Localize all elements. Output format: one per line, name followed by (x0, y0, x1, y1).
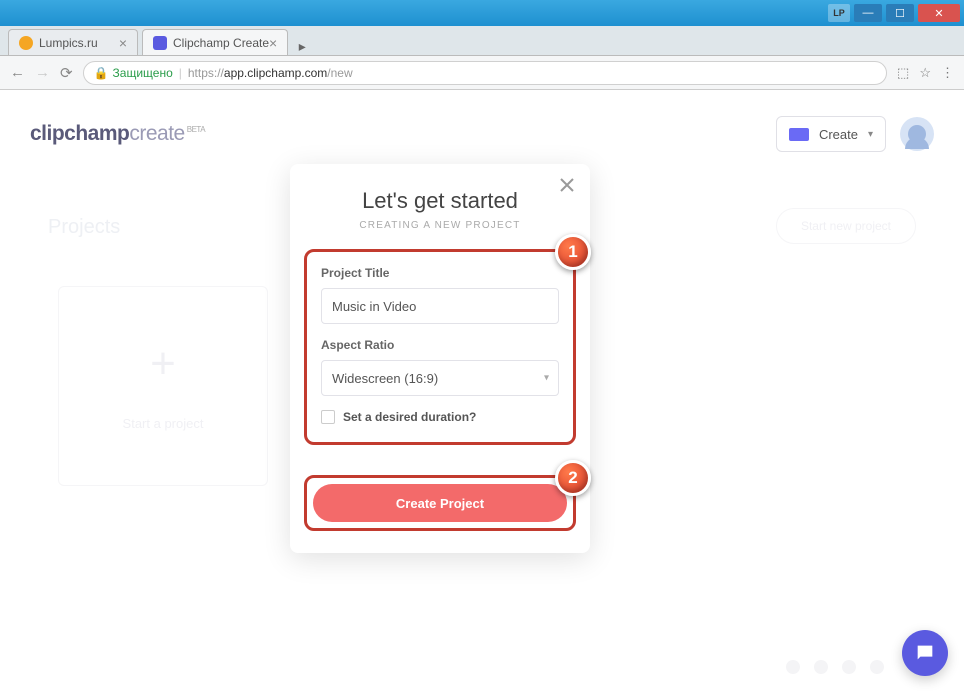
secure-label: Защищено (113, 66, 173, 80)
aspect-ratio-select[interactable] (321, 360, 559, 396)
app-logo: clipchampcreateBETA (30, 122, 205, 146)
create-label: Create (819, 127, 858, 142)
step-marker-1: 1 (555, 234, 591, 270)
chevron-down-icon: ▾ (868, 129, 873, 140)
logo-part-b: create (129, 122, 184, 145)
start-new-project-button-bg: Start new project (776, 208, 916, 244)
aspect-ratio-label: Aspect Ratio (321, 338, 559, 352)
forward-button[interactable]: → (35, 64, 50, 81)
back-button[interactable]: ← (10, 64, 25, 81)
create-project-button[interactable]: Create Project (313, 484, 567, 522)
app-header: clipchampcreateBETA Create ▾ (30, 116, 934, 152)
browser-tab-clipchamp[interactable]: Clipchamp Create × (142, 29, 288, 55)
footer-social-icons (786, 660, 884, 674)
highlight-box-2: 2 Create Project (304, 475, 576, 531)
window-maximize-button[interactable]: ☐ (886, 4, 914, 22)
duration-checkbox[interactable] (321, 410, 335, 424)
secure-indicator: 🔒 Защищено (94, 66, 173, 80)
tab-title: Lumpics.ru (39, 36, 98, 50)
logo-part-a: clipchamp (30, 122, 129, 145)
url-scheme: https:// (188, 66, 224, 80)
create-swatch-icon (789, 128, 809, 141)
chat-fab-button[interactable] (902, 630, 948, 676)
window-close-button[interactable]: ✕ (918, 4, 960, 22)
browser-tab-lumpics[interactable]: Lumpics.ru × (8, 29, 138, 55)
tab-close-icon[interactable]: × (269, 35, 277, 51)
url-path: /new (327, 66, 352, 80)
duration-checkbox-row[interactable]: Set a desired duration? (321, 410, 559, 424)
start-project-card-text: Start a project (123, 416, 204, 431)
project-title-input[interactable] (321, 288, 559, 324)
bookmark-icon[interactable]: ☆ (919, 65, 931, 81)
url-host: app.clipchamp.com (224, 66, 327, 80)
modal-close-button[interactable] (560, 178, 574, 197)
reload-button[interactable]: ⟳ (60, 64, 73, 82)
menu-icon[interactable]: ⋮ (941, 65, 954, 81)
browser-toolbar: ← → ⟳ 🔒 Защищено | https://app.clipchamp… (0, 56, 964, 90)
page-content: clipchampcreateBETA Create ▾ Projects St… (0, 90, 964, 692)
social-icon[interactable] (870, 660, 884, 674)
social-icon[interactable] (786, 660, 800, 674)
favicon-icon (19, 36, 33, 50)
duration-checkbox-label: Set a desired duration? (343, 410, 476, 424)
lock-icon: 🔒 (94, 66, 109, 80)
modal-subtitle: CREATING A NEW PROJECT (290, 220, 590, 231)
projects-heading: Projects (48, 216, 120, 239)
social-icon[interactable] (814, 660, 828, 674)
tab-close-icon[interactable]: × (119, 35, 127, 51)
close-icon (560, 178, 574, 192)
modal-title: Let's get started (290, 188, 590, 214)
chat-icon (914, 642, 936, 664)
beta-badge: BETA (187, 125, 205, 134)
favicon-icon (153, 36, 167, 50)
start-project-card-bg: + Start a project (58, 286, 268, 486)
plus-icon: + (150, 342, 176, 386)
project-title-label: Project Title (321, 266, 559, 280)
social-icon[interactable] (842, 660, 856, 674)
translate-icon[interactable]: ⬚ (897, 65, 909, 81)
address-bar[interactable]: 🔒 Защищено | https://app.clipchamp.com/n… (83, 61, 887, 85)
new-project-modal: Let's get started CREATING A NEW PROJECT… (290, 164, 590, 553)
create-dropdown-button[interactable]: Create ▾ (776, 116, 886, 152)
window-badge: LP (828, 4, 850, 22)
window-minimize-button[interactable]: — (854, 4, 882, 22)
window-titlebar: LP — ☐ ✕ (0, 0, 964, 26)
browser-tabbar: Lumpics.ru × Clipchamp Create × ▸ (0, 26, 964, 56)
user-avatar[interactable] (900, 117, 934, 151)
tab-title: Clipchamp Create (173, 36, 269, 50)
step-marker-2: 2 (555, 460, 591, 496)
new-tab-button[interactable]: ▸ (292, 37, 312, 55)
highlight-box-1: 1 Project Title Aspect Ratio ▾ Set a des… (304, 249, 576, 445)
